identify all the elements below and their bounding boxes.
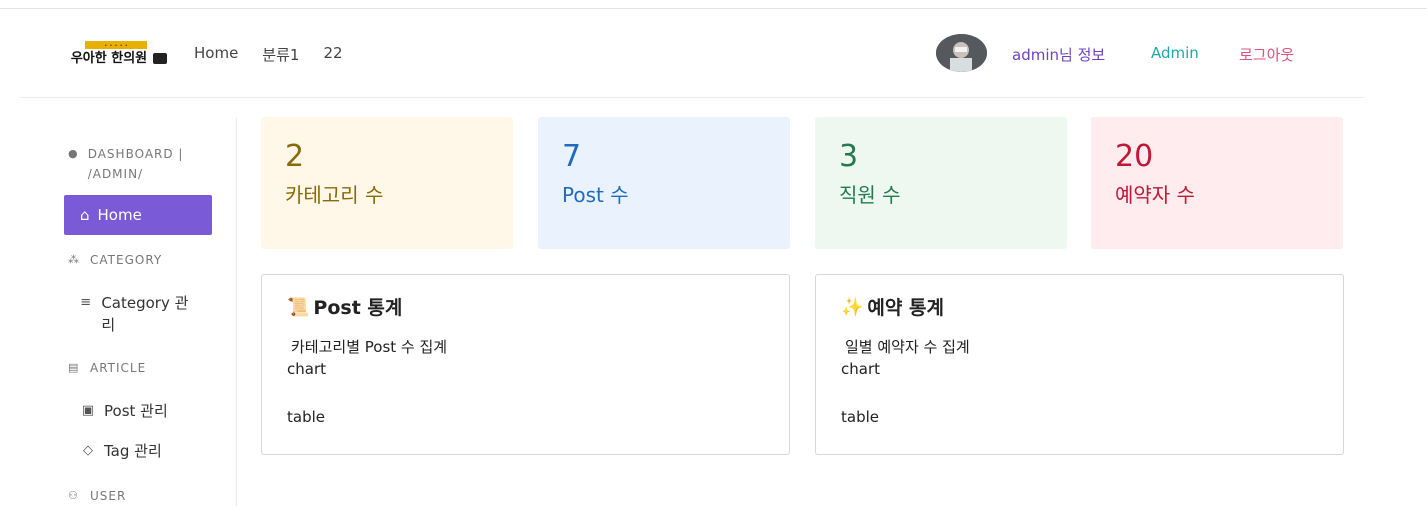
section-article: ▤ ARTICLE bbox=[68, 358, 146, 378]
nav-22[interactable]: 22 bbox=[323, 44, 342, 65]
user-info-link[interactable]: admin님 정보 bbox=[1012, 44, 1105, 65]
scroll-icon: 📜 bbox=[287, 297, 310, 318]
stat-card-staff: 3 직원 수 bbox=[815, 117, 1067, 249]
svg-text:· · · · ·: · · · · · bbox=[104, 42, 127, 50]
home-icon: ⌂ bbox=[80, 206, 90, 224]
panel-title-text: 예약 통계 bbox=[867, 297, 944, 319]
stat-value: 7 bbox=[562, 139, 582, 174]
section-article-label: ARTICLE bbox=[90, 361, 147, 375]
dashboard-icon: ● bbox=[68, 147, 79, 160]
nav-home[interactable]: Home bbox=[194, 44, 238, 65]
clipboard-icon: ▣ bbox=[81, 403, 95, 418]
sidebar-item-category-label: Category 관리 bbox=[101, 294, 189, 334]
panel-title: 📜 Post 통계 bbox=[287, 293, 764, 323]
sidebar: ● DASHBOARD | /ADMIN/ ⌂ Home ⁂ CATEGORY … bbox=[0, 118, 237, 506]
sidebar-item-category[interactable]: ≡ Category 관리 bbox=[78, 292, 198, 336]
main-nav: Home 분류1 22 bbox=[194, 44, 343, 65]
tag-icon: ◇ bbox=[83, 443, 93, 458]
sidebar-item-post[interactable]: ▣ Post 관리 bbox=[80, 400, 168, 422]
avatar[interactable] bbox=[936, 34, 987, 72]
sidebar-item-post-label: Post 관리 bbox=[104, 402, 168, 420]
sparkles-icon: ✨ bbox=[841, 297, 864, 318]
svg-text:우아한 한의원: 우아한 한의원 bbox=[71, 50, 147, 66]
header: · · · · · 우아한 한의원 Home 분류1 22 admin님 정보 … bbox=[20, 9, 1364, 98]
section-user: ⚇ USER bbox=[68, 486, 126, 506]
panel-chart-placeholder: chart bbox=[841, 360, 880, 378]
reservation-stats-panel: ✨ 예약 통계 일별 예약자 수 집계 chart table bbox=[815, 274, 1344, 455]
panel-title: ✨ 예약 통계 bbox=[841, 293, 1318, 323]
article-icon: ▤ bbox=[68, 361, 80, 374]
stat-card-post: 7 Post 수 bbox=[538, 117, 790, 249]
section-category: ⁂ CATEGORY bbox=[68, 250, 162, 270]
sidebar-item-tag[interactable]: ◇ Tag 관리 bbox=[80, 440, 162, 462]
section-dashboard-label: DASHBOARD | /ADMIN/ bbox=[87, 147, 184, 181]
logout-link[interactable]: 로그아웃 bbox=[1239, 44, 1294, 65]
panel-chart-placeholder: chart bbox=[287, 360, 326, 378]
sidebar-item-tag-label: Tag 관리 bbox=[104, 442, 162, 460]
list-icon: ≡ bbox=[80, 295, 92, 310]
panel-table-placeholder: table bbox=[841, 408, 879, 426]
admin-link[interactable]: Admin bbox=[1151, 44, 1199, 62]
sidebar-item-home[interactable]: ⌂ Home bbox=[64, 195, 212, 235]
site-logo[interactable]: · · · · · 우아한 한의원 bbox=[65, 41, 169, 67]
users-icon: ⚇ bbox=[68, 489, 79, 502]
stat-value: 20 bbox=[1115, 139, 1154, 174]
panel-title-text: Post 통계 bbox=[313, 297, 403, 319]
stat-value: 2 bbox=[285, 139, 305, 174]
stat-value: 3 bbox=[839, 139, 859, 174]
section-dashboard: ● DASHBOARD | /ADMIN/ bbox=[68, 144, 218, 184]
section-category-label: CATEGORY bbox=[90, 253, 163, 267]
panel-table-placeholder: table bbox=[287, 408, 325, 426]
panel-subtitle: 일별 예약자 수 집계 bbox=[845, 338, 970, 356]
stat-label: 직원 수 bbox=[839, 183, 901, 207]
post-stats-panel: 📜 Post 통계 카테고리별 Post 수 집계 chart table bbox=[261, 274, 790, 455]
section-user-label: USER bbox=[90, 489, 127, 503]
sidebar-item-home-label: Home bbox=[97, 206, 142, 224]
stat-label: Post 수 bbox=[562, 183, 629, 207]
nav-category1[interactable]: 분류1 bbox=[262, 44, 299, 65]
panel-subtitle: 카테고리별 Post 수 집계 bbox=[291, 338, 448, 356]
stat-label: 카테고리 수 bbox=[285, 183, 384, 207]
stat-card-reservation: 20 예약자 수 bbox=[1091, 117, 1343, 249]
stat-card-category: 2 카테고리 수 bbox=[261, 117, 513, 249]
category-icon: ⁂ bbox=[68, 253, 80, 266]
stat-label: 예약자 수 bbox=[1115, 183, 1195, 207]
